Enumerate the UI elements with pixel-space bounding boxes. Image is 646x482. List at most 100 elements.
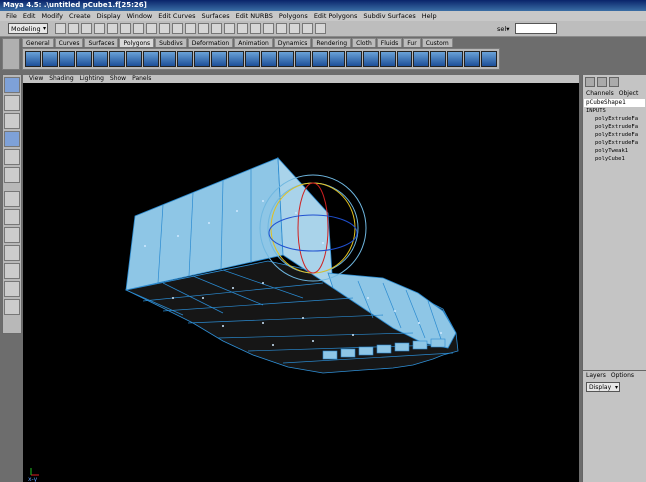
- persp-outliner-layout-icon[interactable]: [4, 227, 20, 243]
- panel-menu-lighting[interactable]: Lighting: [77, 75, 107, 83]
- menu-modify[interactable]: Modify: [38, 11, 66, 21]
- smooth-icon[interactable]: [210, 51, 227, 67]
- paint-select-tool-icon[interactable]: [4, 113, 20, 129]
- menu-edit[interactable]: Edit: [20, 11, 39, 21]
- poly-cone-icon[interactable]: [75, 51, 92, 67]
- panel-menu-shading[interactable]: Shading: [46, 75, 76, 83]
- sel-input[interactable]: [515, 23, 557, 34]
- viewport-canvas[interactable]: x-y: [23, 83, 579, 482]
- tab-fluids[interactable]: Fluids: [376, 38, 403, 47]
- render-icon[interactable]: [250, 23, 261, 34]
- more-layouts-icon[interactable]: [4, 299, 20, 315]
- edge-mask-icon[interactable]: [146, 23, 157, 34]
- snap-point-icon[interactable]: [211, 23, 222, 34]
- input-node[interactable]: polyExtrudeFa: [583, 123, 646, 131]
- menu-object[interactable]: Object: [619, 89, 639, 98]
- input-node[interactable]: polyExtrudeFa: [583, 139, 646, 147]
- split-polygon-icon[interactable]: [278, 51, 295, 67]
- menu-edit-polygons[interactable]: Edit Polygons: [311, 11, 361, 21]
- menu-window[interactable]: Window: [124, 11, 156, 21]
- vertex-mask-icon[interactable]: [133, 23, 144, 34]
- move-tool-icon[interactable]: [4, 131, 20, 147]
- layer-type-select[interactable]: Display ▾: [586, 382, 620, 392]
- select-component-icon[interactable]: [120, 23, 131, 34]
- tab-animation[interactable]: Animation: [234, 38, 273, 47]
- history-icon[interactable]: [237, 23, 248, 34]
- panel-menu-panels[interactable]: Panels: [129, 75, 154, 83]
- poly-cylinder-icon[interactable]: [58, 51, 75, 67]
- tab-dynamics[interactable]: Dynamics: [273, 38, 312, 47]
- menu-polygons[interactable]: Polygons: [276, 11, 311, 21]
- menu-edit-nurbs[interactable]: Edit NURBS: [233, 11, 276, 21]
- snap-grid-icon[interactable]: [185, 23, 196, 34]
- poly-torus-icon[interactable]: [109, 51, 126, 67]
- poly-sphere-icon[interactable]: [25, 51, 41, 67]
- channel-box-toggle-icon[interactable]: [585, 77, 595, 87]
- tab-rendering[interactable]: Rendering: [312, 38, 352, 47]
- input-node[interactable]: polyCube1: [583, 155, 646, 163]
- input-node[interactable]: polyExtrudeFa: [583, 115, 646, 123]
- poly-cube-icon[interactable]: [41, 51, 58, 67]
- lasso-tool-icon[interactable]: [4, 95, 20, 111]
- scale-tool-icon[interactable]: [4, 167, 20, 183]
- boolean-difference-icon[interactable]: [177, 51, 193, 67]
- subdivide-icon[interactable]: [362, 51, 379, 67]
- quadrangulate-icon[interactable]: [396, 51, 413, 67]
- select-tool-icon[interactable]: [4, 77, 20, 93]
- node-name[interactable]: pCubeShape1: [584, 99, 645, 107]
- shelf-options-button[interactable]: [2, 38, 20, 70]
- checker-uv-icon[interactable]: [464, 51, 481, 67]
- face-mask-icon[interactable]: [159, 23, 170, 34]
- rotate-tool-icon[interactable]: [4, 149, 20, 165]
- menu-surfaces[interactable]: Surfaces: [198, 11, 232, 21]
- tab-deformation[interactable]: Deformation: [187, 38, 234, 47]
- input-icon[interactable]: [289, 23, 300, 34]
- menu-file[interactable]: File: [3, 11, 20, 21]
- tab-polygons[interactable]: Polygons: [119, 38, 155, 47]
- menu-help[interactable]: Help: [419, 11, 440, 21]
- combine-icon[interactable]: [126, 51, 143, 67]
- menu-edit-curves[interactable]: Edit Curves: [155, 11, 198, 21]
- poly-plane-icon[interactable]: [92, 51, 109, 67]
- append-polygon-icon[interactable]: [329, 51, 345, 67]
- attribute-editor-toggle-icon[interactable]: [597, 77, 607, 87]
- select-object-icon[interactable]: [107, 23, 118, 34]
- single-perspective-layout-icon[interactable]: [4, 191, 20, 207]
- sel-label[interactable]: sel▾: [497, 25, 509, 33]
- cut-faces-icon[interactable]: [295, 51, 312, 67]
- panel-menu-view[interactable]: View: [26, 75, 46, 83]
- open-scene-icon[interactable]: [68, 23, 79, 34]
- boolean-union-icon[interactable]: [160, 51, 177, 67]
- tool-settings-toggle-icon[interactable]: [609, 77, 619, 87]
- menu-channels[interactable]: Channels: [586, 89, 614, 98]
- menu-display[interactable]: Display: [94, 11, 124, 21]
- render-globals-icon[interactable]: [276, 23, 287, 34]
- input-node[interactable]: polyTweak1: [583, 147, 646, 155]
- select-hierarchy-icon[interactable]: [94, 23, 105, 34]
- persp-render-layout-icon[interactable]: [4, 281, 20, 297]
- tab-general[interactable]: General: [22, 38, 54, 47]
- extrude-edge-icon[interactable]: [244, 51, 261, 67]
- tab-custom[interactable]: Custom: [421, 38, 453, 47]
- perspective-viewport[interactable]: x-y: [23, 83, 579, 482]
- menu-subdiv-surfaces[interactable]: Subdiv Surfaces: [360, 11, 418, 21]
- save-scene-icon[interactable]: [81, 23, 92, 34]
- planar-mapping-icon[interactable]: [430, 51, 447, 67]
- tab-surfaces[interactable]: Surfaces: [84, 38, 119, 47]
- separate-icon[interactable]: [143, 51, 160, 67]
- cylindrical-mapping-icon[interactable]: [447, 51, 464, 67]
- ipr-render-icon[interactable]: [263, 23, 274, 34]
- new-scene-icon[interactable]: [55, 23, 66, 34]
- four-view-layout-icon[interactable]: [4, 209, 20, 225]
- panel-menu-show[interactable]: Show: [107, 75, 129, 83]
- menu-options[interactable]: Options: [611, 371, 634, 380]
- reverse-normals-icon[interactable]: [413, 51, 430, 67]
- tab-fur[interactable]: Fur: [403, 38, 421, 47]
- snap-plane-icon[interactable]: [224, 23, 235, 34]
- uv-mask-icon[interactable]: [172, 23, 183, 34]
- menu-layers[interactable]: Layers: [586, 371, 606, 380]
- uv-texture-editor-icon[interactable]: [481, 51, 497, 67]
- tab-curves[interactable]: Curves: [54, 38, 84, 47]
- tab-cloth[interactable]: Cloth: [352, 38, 376, 47]
- output-icon[interactable]: [302, 23, 313, 34]
